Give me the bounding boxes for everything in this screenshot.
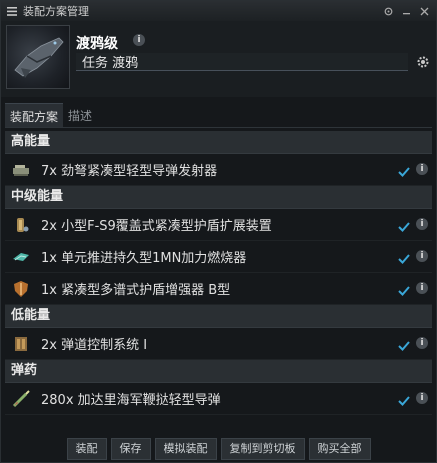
module-label: 280x 加达里海军鞭挞轻型导弹 <box>41 393 221 408</box>
list-item[interactable]: 2x 弹道控制系统 I i <box>5 328 432 360</box>
ship-type-name: 渡鸦级 <box>76 36 118 52</box>
list-item[interactable]: 7x 劲弩紧凑型轻型导弹发射器 i <box>5 154 432 186</box>
checkmark-icon <box>398 163 410 177</box>
window-title: 装配方案管理 <box>23 5 89 18</box>
checkmark-icon <box>398 218 410 232</box>
fitting-management-window: 装配方案管理 渡鸦级 i 任务 渡鸦 装配方案 描述 高能量 7x 劲弩紧凑型轻… <box>0 0 437 463</box>
info-icon[interactable]: i <box>416 163 428 175</box>
simulate-fitting-button[interactable]: 模拟装配 <box>154 438 217 460</box>
group-header-high: 高能量 <box>5 131 432 154</box>
fit-button[interactable]: 装配 <box>66 438 107 460</box>
gear-icon[interactable] <box>416 54 430 68</box>
list-item[interactable]: 2x 小型F-S9覆盖式紧凑型护盾扩展装置 i <box>5 209 432 241</box>
tab-bar: 装配方案 描述 <box>5 103 97 127</box>
fitting-module-list: 高能量 7x 劲弩紧凑型轻型导弹发射器 i 中级能量 2x 小型F-S9覆盖式紧… <box>5 131 432 436</box>
settings-dot-icon[interactable] <box>382 5 394 17</box>
list-item[interactable]: 1x 紧凑型多谱式护盾增强器 B型 i <box>5 273 432 305</box>
checkmark-icon <box>398 250 410 264</box>
shield-hardener-icon <box>11 279 31 299</box>
info-icon[interactable]: i <box>416 392 428 404</box>
afterburner-icon <box>11 247 31 267</box>
info-icon[interactable]: i <box>416 218 428 230</box>
list-item[interactable]: 1x 单元推进持久型1MN加力燃烧器 i <box>5 241 432 273</box>
module-label: 2x 小型F-S9覆盖式紧凑型护盾扩展装置 <box>41 219 272 234</box>
checkmark-icon <box>398 282 410 296</box>
group-header-low: 低能量 <box>5 305 432 328</box>
close-icon[interactable] <box>418 5 430 17</box>
ship-thumbnail[interactable] <box>6 25 70 89</box>
shield-extender-icon <box>11 215 31 235</box>
module-label: 2x 弹道控制系统 I <box>41 338 148 353</box>
ship-header: 渡鸦级 i <box>1 21 436 97</box>
minimize-icon[interactable] <box>400 5 412 17</box>
info-icon[interactable]: i <box>416 337 428 349</box>
footer-button-bar: 装配 保存 模拟装配 复制到剪切板 购买全部 <box>1 436 436 462</box>
ballistic-control-icon <box>11 334 31 354</box>
info-icon[interactable]: i <box>416 250 428 262</box>
light-missile-icon <box>11 389 31 409</box>
module-label: 1x 紧凑型多谱式护盾增强器 B型 <box>41 283 231 298</box>
missile-launcher-icon <box>11 160 31 180</box>
tab-fitting[interactable]: 装配方案 <box>5 103 64 127</box>
buy-all-button[interactable]: 购买全部 <box>308 438 371 460</box>
ship-info-icon[interactable]: i <box>133 34 145 46</box>
tab-description[interactable]: 描述 <box>63 103 97 127</box>
module-label: 7x 劲弩紧凑型轻型导弹发射器 <box>41 164 218 179</box>
info-icon[interactable]: i <box>416 282 428 294</box>
copy-to-clipboard-button[interactable]: 复制到剪切板 <box>220 438 305 460</box>
group-header-ammo: 弹药 <box>5 360 432 383</box>
checkmark-icon <box>398 392 410 406</box>
list-item[interactable]: 280x 加达里海军鞭挞轻型导弹 i <box>5 383 432 415</box>
save-button[interactable]: 保存 <box>110 438 151 460</box>
checkmark-icon <box>398 337 410 351</box>
tab-divider <box>5 127 432 128</box>
hamburger-menu-icon[interactable] <box>5 4 19 18</box>
fitting-name-input[interactable] <box>76 53 408 71</box>
group-header-mid: 中级能量 <box>5 186 432 209</box>
title-bar[interactable]: 装配方案管理 <box>1 1 436 22</box>
module-label: 1x 单元推进持久型1MN加力燃烧器 <box>41 251 247 266</box>
